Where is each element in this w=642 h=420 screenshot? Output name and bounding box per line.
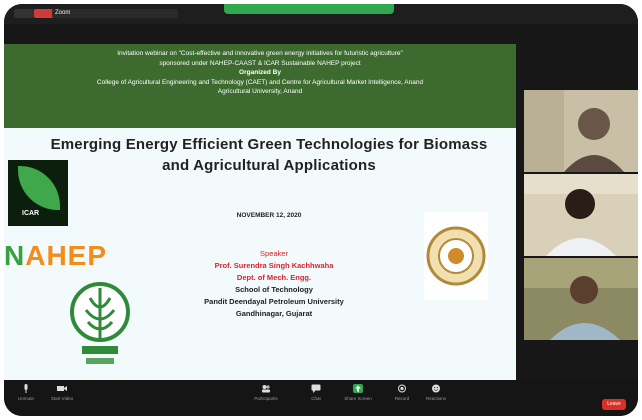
header-line: Organized By xyxy=(239,69,281,76)
leave-button[interactable]: Leave xyxy=(602,399,626,410)
leaf-icon xyxy=(18,166,60,210)
share-screen-label: Share Screen xyxy=(344,396,372,401)
reactions-icon xyxy=(432,384,440,393)
participant-gallery xyxy=(524,90,638,416)
slide-title: Emerging Energy Efficient Green Technolo… xyxy=(50,136,488,174)
mute-button[interactable]: Unmute xyxy=(12,384,40,412)
speaker-university: Pandit Deendayal Petroleum University xyxy=(204,297,344,306)
slide-header: Invitation webinar on "Cost-effective an… xyxy=(4,44,516,128)
share-screen-button[interactable]: Share Screen xyxy=(344,384,372,412)
participants-label: Participants xyxy=(254,396,278,401)
reactions-button[interactable]: Reactions xyxy=(422,384,450,412)
nahep-logo-n: N xyxy=(4,240,26,271)
speaker-department: Dept. of Mech. Engg. xyxy=(236,273,312,282)
mute-label: Unmute xyxy=(18,396,34,401)
video-button[interactable]: Start Video xyxy=(48,384,76,412)
header-line: Agricultural University, Anand xyxy=(217,88,303,95)
chat-icon xyxy=(311,384,321,393)
nahep-logo: NAHEP xyxy=(4,234,116,278)
participant-tile[interactable] xyxy=(524,174,638,256)
icar-logo-text: ICAR xyxy=(22,210,40,217)
participants-button[interactable]: Participants xyxy=(252,384,280,412)
top-bar: Zoom xyxy=(4,4,638,24)
participants-icon xyxy=(262,385,270,393)
record-icon xyxy=(398,384,406,393)
video-label: Start Video xyxy=(50,396,74,401)
screen-share-banner[interactable] xyxy=(224,4,394,14)
chat-label: Chat xyxy=(311,396,321,401)
shared-screen-slide: Invitation webinar on "Cost-effective an… xyxy=(4,44,516,380)
participant-video xyxy=(524,174,638,256)
meeting-tab[interactable]: Zoom xyxy=(52,9,178,18)
university-seal-icon xyxy=(424,212,488,300)
speaker-school: School of Technology xyxy=(235,285,313,294)
record-label: Record xyxy=(394,396,410,401)
speaker-city: Gandhinagar, Gujarat xyxy=(235,309,313,318)
recording-badge xyxy=(34,9,54,18)
event-date: NOVEMBER 12, 2020 xyxy=(236,212,302,219)
header-line: sponsored under NAHEP-CAAST & ICAR Susta… xyxy=(159,59,361,67)
share-screen-icon xyxy=(353,384,363,393)
window-icon xyxy=(14,9,34,18)
participant-tile[interactable] xyxy=(524,90,638,172)
university-emblem-icon xyxy=(70,282,130,364)
reactions-label: Reactions xyxy=(425,396,446,401)
participant-video xyxy=(524,258,638,340)
header-line: College of Agricultural Engineering and … xyxy=(96,78,424,86)
speaker-block: Speaker Prof. Surendra Singh Kachhwaha D… xyxy=(154,248,394,320)
participant-video xyxy=(524,90,638,172)
camera-icon xyxy=(57,386,67,391)
chat-button[interactable]: Chat xyxy=(302,384,330,412)
icar-logo: ICAR xyxy=(8,160,68,226)
header-line: Invitation webinar on "Cost-effective an… xyxy=(117,50,403,57)
nahep-logo-rest: AHEP xyxy=(25,240,108,271)
participant-tile[interactable] xyxy=(524,258,638,340)
zoom-meeting-window: Zoom Invitation webinar on "Cost-effecti… xyxy=(4,4,638,416)
record-button[interactable]: Record xyxy=(388,384,416,412)
microphone-icon xyxy=(24,384,28,393)
speaker-heading: Speaker xyxy=(260,249,288,258)
speaker-name: Prof. Surendra Singh Kachhwaha xyxy=(214,261,334,270)
meeting-toolbar: Unmute Start Video Participants Chat Sha… xyxy=(4,380,638,416)
